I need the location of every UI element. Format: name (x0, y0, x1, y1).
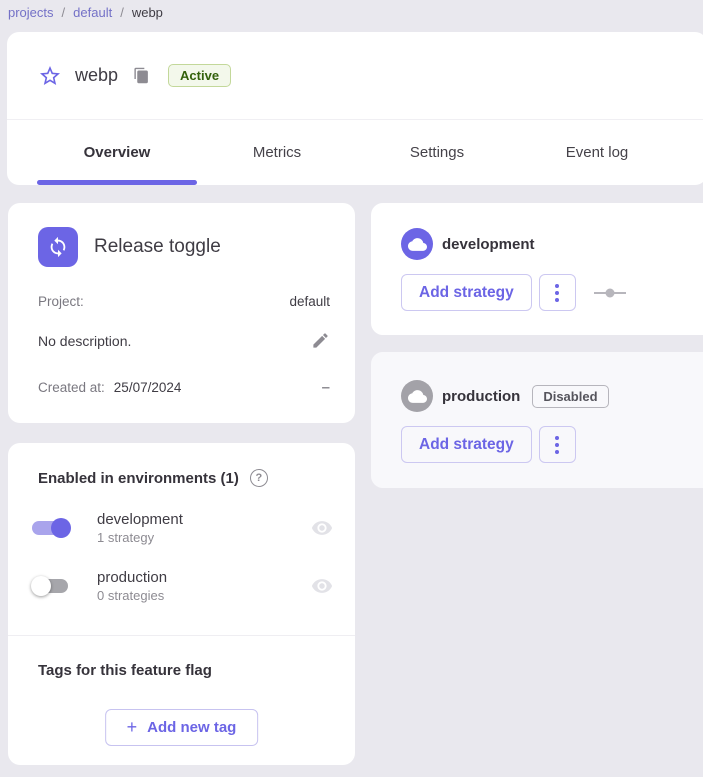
breadcrumb-current: webp (132, 5, 163, 20)
panel-actions: Add strategy (401, 274, 627, 311)
page-title: webp (75, 65, 118, 86)
more-options-kebab-button[interactable] (539, 274, 576, 311)
tab-label: Settings (410, 144, 464, 161)
tab-event-log[interactable]: Event log (517, 120, 677, 185)
feature-flag-page: projects / default / webp webp Active Ov… (0, 0, 703, 777)
add-new-tag-label: Add new tag (147, 719, 236, 736)
environments-card: Enabled in environments (1) ? developmen… (8, 443, 355, 765)
breadcrumb: projects / default / webp (8, 1, 163, 23)
edit-description-pencil-icon[interactable] (311, 331, 330, 350)
plus-icon: + (127, 717, 138, 738)
disabled-badge: Disabled (532, 385, 608, 408)
panel-header: development (401, 228, 535, 260)
breadcrumb-default-link[interactable]: default (73, 5, 112, 20)
card-divider (8, 635, 355, 636)
environment-strategy-count: 0 strategies (97, 588, 311, 603)
panel-environment-name: production (442, 388, 520, 405)
release-toggle-icon (38, 227, 78, 267)
development-cloud-icon (401, 228, 433, 260)
empty-value-dash: – (322, 379, 330, 396)
environment-name: development (97, 511, 311, 528)
more-options-kebab-button[interactable] (539, 426, 576, 463)
add-strategy-button[interactable]: Add strategy (401, 274, 532, 311)
status-badge: Active (168, 64, 231, 87)
breadcrumb-projects-link[interactable]: projects (8, 5, 54, 20)
created-at-value: 25/07/2024 (114, 380, 182, 395)
tags-heading: Tags for this feature flag (38, 662, 212, 679)
environments-heading-row: Enabled in environments (1) ? (38, 469, 268, 487)
header-card: webp Active Overview Metrics Settings Ev… (7, 32, 703, 185)
panel-header: production Disabled (401, 380, 609, 412)
visibility-eye-icon[interactable] (311, 575, 333, 597)
environment-row-development: development 1 strategy (29, 511, 333, 545)
title-row: webp Active (38, 32, 231, 119)
tab-label: Event log (566, 144, 629, 161)
panel-actions: Add strategy (401, 426, 576, 463)
created-at-row: Created at: 25/07/2024 – (38, 379, 330, 396)
project-row: Project: default (38, 294, 330, 309)
tab-label: Metrics (253, 144, 301, 161)
description-text: No description. (38, 333, 131, 349)
flag-type-header: Release toggle (38, 227, 221, 267)
strategy-connector-icon (593, 287, 627, 299)
flag-details-card: Release toggle Project: default No descr… (8, 203, 355, 423)
flag-type-label: Release toggle (94, 236, 221, 258)
environments-heading: Enabled in environments (1) (38, 470, 239, 487)
help-icon[interactable]: ? (250, 469, 268, 487)
description-row: No description. (38, 331, 330, 350)
active-tab-indicator (37, 180, 197, 185)
project-label: Project: (38, 294, 84, 309)
production-toggle-switch[interactable] (29, 574, 73, 598)
tab-overview[interactable]: Overview (37, 120, 197, 185)
production-cloud-icon (401, 380, 433, 412)
breadcrumb-separator: / (120, 5, 124, 20)
tab-label: Overview (84, 144, 151, 161)
toggle-thumb (51, 518, 71, 538)
created-at-label: Created at: (38, 380, 105, 395)
panel-environment-name: development (442, 236, 535, 253)
toggle-thumb (31, 576, 51, 596)
add-new-tag-button[interactable]: + Add new tag (105, 709, 259, 746)
visibility-eye-icon[interactable] (311, 517, 333, 539)
tabs: Overview Metrics Settings Event log (7, 119, 703, 185)
production-environment-panel: production Disabled Add strategy (371, 352, 703, 488)
breadcrumb-separator: / (62, 5, 66, 20)
environment-strategy-count: 1 strategy (97, 530, 311, 545)
environment-row-production: production 0 strategies (29, 569, 333, 603)
tab-settings[interactable]: Settings (357, 120, 517, 185)
project-value: default (289, 294, 330, 309)
development-toggle-switch[interactable] (29, 516, 73, 540)
favorite-star-icon[interactable] (38, 64, 62, 88)
tab-metrics[interactable]: Metrics (197, 120, 357, 185)
add-strategy-button[interactable]: Add strategy (401, 426, 532, 463)
environment-name: production (97, 569, 311, 586)
development-environment-panel: development Add strategy (371, 203, 703, 335)
copy-icon[interactable] (133, 67, 150, 84)
